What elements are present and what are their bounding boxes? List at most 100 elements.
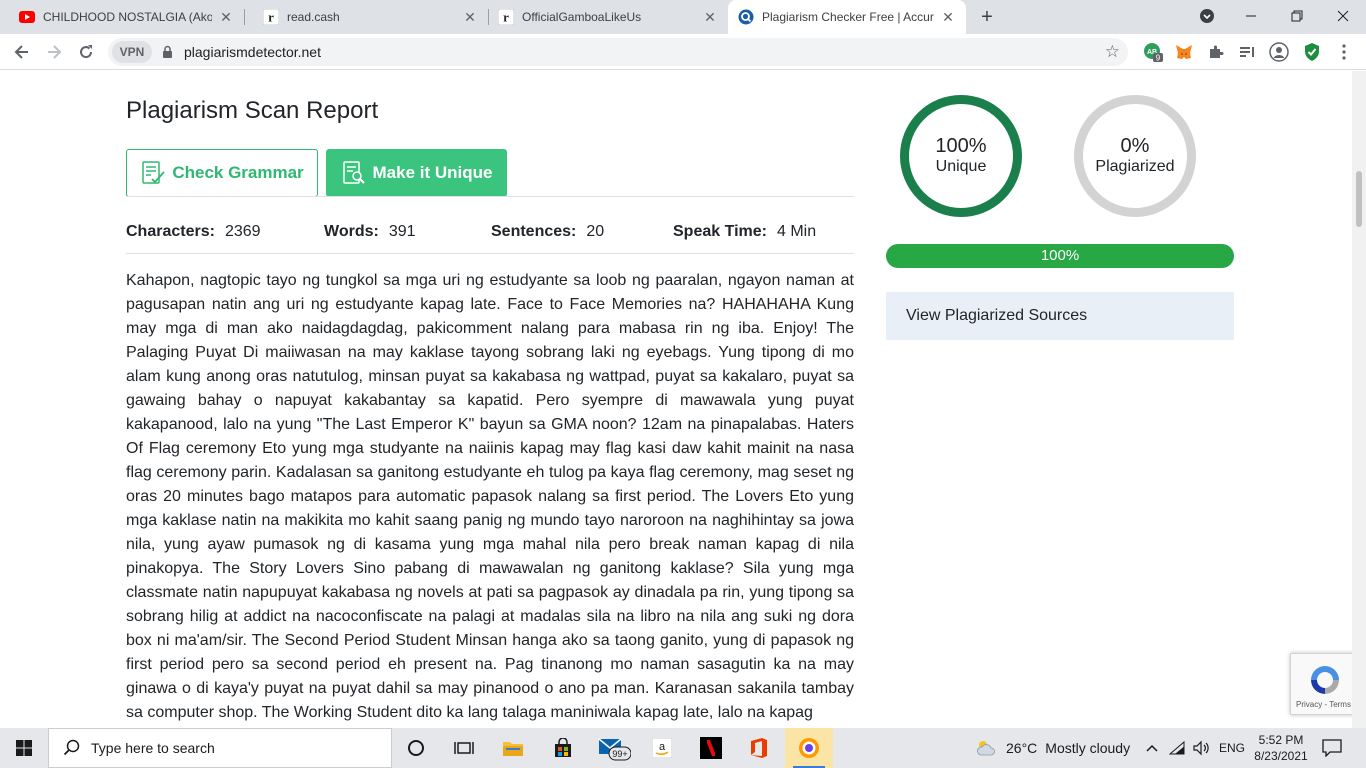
weather-temp: 26°C — [1006, 740, 1038, 756]
check-grammar-button[interactable]: Check Grammar — [126, 149, 318, 197]
restore-button[interactable] — [1274, 0, 1320, 32]
progress-bar: 100% — [886, 244, 1234, 268]
address-bar[interactable]: VPN plagiarismdetector.net ☆ — [108, 38, 1128, 66]
make-unique-button[interactable]: Make it Unique — [326, 149, 507, 197]
unique-score-circle: 100% Unique — [900, 95, 1022, 217]
minimize-icon — [1246, 15, 1256, 17]
characters-value: 2369 — [224, 223, 261, 240]
file-explorer-button[interactable] — [489, 728, 537, 768]
sentences-stat: Sentences: 20 — [491, 223, 604, 241]
tab-official-gamboa[interactable]: r OfficialGamboaLikeUs ✕ — [488, 0, 728, 34]
words-value: 391 — [388, 223, 416, 240]
close-tab-icon[interactable]: ✕ — [702, 9, 718, 25]
notification-icon — [1322, 739, 1342, 757]
recaptcha-links[interactable]: Privacy - Terms — [1296, 700, 1351, 709]
make-unique-label: Make it Unique — [372, 163, 493, 182]
tab-read-cash[interactable]: r read.cash ✕ — [244, 0, 488, 34]
restore-icon — [1291, 10, 1303, 22]
taskbar-search-box[interactable]: Type here to search — [48, 728, 392, 768]
cortana-circle-icon — [408, 740, 424, 756]
store-bag-icon — [555, 738, 571, 757]
network-button[interactable] — [1169, 728, 1187, 768]
amazon-button[interactable]: a — [638, 728, 686, 768]
ab-extension-icon[interactable]: AB 9 — [1143, 42, 1163, 62]
read-cash-icon: r — [498, 9, 514, 25]
metamask-fox-icon[interactable] — [1174, 42, 1194, 62]
back-button[interactable] — [10, 40, 34, 64]
check-grammar-label: Check Grammar — [172, 163, 304, 182]
plagiarized-label: Plagiarized — [1095, 158, 1175, 175]
office-icon — [751, 738, 767, 758]
reading-list-icon[interactable] — [1237, 42, 1257, 62]
mail-icon: 99+ — [598, 738, 631, 761]
task-view-icon — [454, 742, 474, 754]
kebab-menu-icon[interactable] — [1334, 42, 1354, 62]
plagiarized-percent: 0% — [1120, 135, 1150, 157]
weather-widget[interactable]: 26°C Mostly cloudy — [974, 728, 1130, 768]
start-button[interactable] — [0, 728, 48, 768]
browser-toolbar: VPN plagiarismdetector.net ☆ AB 9 — [0, 34, 1366, 70]
recaptcha-badge[interactable]: Privacy - Terms — [1290, 653, 1352, 715]
shield-check-icon[interactable] — [1302, 42, 1322, 62]
page-scrollbar[interactable] — [1352, 71, 1366, 728]
tab-plagiarism-checker[interactable]: Plagiarism Checker Free | Accura ✕ — [728, 0, 966, 34]
browser-taskbar-button[interactable] — [785, 728, 833, 768]
windows-logo-icon — [16, 740, 32, 756]
close-tab-icon[interactable]: ✕ — [218, 9, 234, 25]
wifi-icon — [1169, 741, 1185, 755]
language-indicator[interactable]: ENG — [1219, 728, 1245, 768]
speak-time-label: Speak Time: — [673, 223, 767, 240]
vpn-badge[interactable]: VPN — [112, 41, 152, 63]
words-label: Words: — [324, 223, 379, 240]
store-button[interactable] — [539, 728, 587, 768]
document-search-icon — [342, 161, 365, 184]
notifications-button[interactable] — [1322, 728, 1342, 768]
close-tab-icon[interactable]: ✕ — [940, 9, 956, 25]
show-hidden-icons-button[interactable] — [1145, 728, 1159, 768]
close-tab-icon[interactable]: ✕ — [462, 9, 478, 25]
lock-icon[interactable] — [162, 45, 173, 59]
sentences-value: 20 — [586, 223, 605, 240]
tab-youtube[interactable]: CHILDHOOD NOSTALGIA (Akon, ✕ — [0, 0, 244, 34]
clock-date: 8/23/2021 — [1254, 749, 1308, 763]
close-icon — [1337, 10, 1349, 22]
tab-search-button[interactable] — [1184, 0, 1230, 32]
mail-badge: 99+ — [612, 749, 627, 759]
scrollbar-thumb[interactable] — [1356, 171, 1362, 227]
divider — [126, 196, 854, 197]
forward-button[interactable] — [42, 40, 66, 64]
task-view-button[interactable] — [440, 728, 488, 768]
office-button[interactable] — [735, 728, 783, 768]
minimize-button[interactable] — [1228, 0, 1274, 32]
tab-title: OfficialGamboaLikeUs — [522, 10, 642, 24]
cortana-button[interactable] — [392, 728, 440, 768]
tab-title: CHILDHOOD NOSTALGIA (Akon, — [43, 10, 212, 24]
svg-text:r: r — [268, 10, 274, 25]
tab-title: read.cash — [287, 10, 340, 24]
unique-label: Unique — [935, 158, 987, 175]
volume-button[interactable] — [1193, 728, 1211, 768]
speak-time-stat: Speak Time: 4 Min — [673, 223, 816, 241]
close-window-button[interactable] — [1320, 0, 1366, 32]
words-stat: Words: 391 — [324, 223, 416, 241]
new-tab-button[interactable]: + — [976, 6, 998, 28]
read-cash-icon: r — [263, 9, 279, 25]
reload-button[interactable] — [74, 40, 98, 64]
unique-percent: 100% — [935, 135, 987, 157]
speaker-icon — [1193, 740, 1209, 756]
characters-label: Characters: — [126, 223, 215, 240]
browser-app-icon — [799, 738, 819, 758]
netflix-button[interactable] — [687, 728, 735, 768]
extensions-puzzle-icon[interactable] — [1206, 42, 1226, 62]
profile-avatar-icon[interactable] — [1269, 42, 1289, 62]
folder-icon — [503, 742, 523, 756]
mail-button[interactable]: 99+ — [590, 728, 638, 768]
arrow-left-icon — [14, 45, 28, 59]
progress-label: 100% — [1040, 247, 1080, 264]
url-text[interactable]: plagiarismdetector.net — [184, 44, 321, 60]
taskbar-clock[interactable]: 5:52 PM 8/23/2021 — [1250, 732, 1312, 764]
bookmark-star-icon[interactable]: ☆ — [1105, 42, 1120, 62]
divider — [126, 253, 854, 254]
view-plagiarized-sources-button[interactable]: View Plagiarized Sources — [886, 292, 1234, 340]
taskbar: Type here to search 99+ a 26°C Mostly cl… — [0, 728, 1366, 768]
